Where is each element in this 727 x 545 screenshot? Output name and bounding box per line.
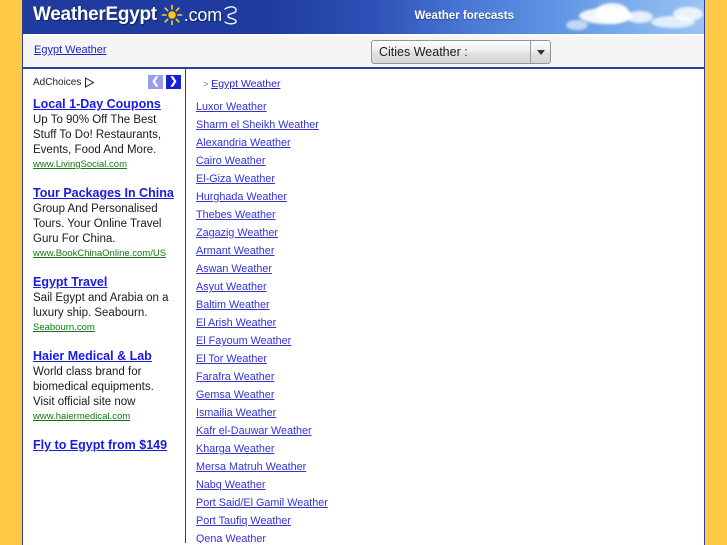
- ad-title-link[interactable]: Fly to Egypt from $149: [33, 438, 177, 453]
- sun-icon: [161, 4, 183, 26]
- ad-next-button[interactable]: ❯: [166, 75, 181, 89]
- ad-item: Fly to Egypt from $149: [33, 438, 177, 453]
- city-weather-link[interactable]: Luxor Weather: [196, 98, 704, 116]
- city-weather-link[interactable]: Aswan Weather: [196, 260, 704, 278]
- city-weather-link[interactable]: Farafra Weather: [196, 368, 704, 386]
- ad-item: Tour Packages In China Group And Persona…: [33, 186, 177, 259]
- city-weather-link[interactable]: Baltim Weather: [196, 296, 704, 314]
- city-weather-link[interactable]: Hurghada Weather: [196, 188, 704, 206]
- ad-description: Up To 90% Off The Best Stuff To Do! Rest…: [33, 114, 162, 156]
- city-weather-link[interactable]: Thebes Weather: [196, 206, 704, 224]
- cloud-shape-icon: [595, 3, 629, 23]
- city-weather-link[interactable]: El Arish Weather: [196, 314, 704, 332]
- ad-url-link[interactable]: www.LivingSocial.com: [33, 159, 177, 170]
- city-weather-link[interactable]: Port Taufiq Weather: [196, 512, 704, 530]
- city-weather-link[interactable]: Zagazig Weather: [196, 224, 704, 242]
- cities-weather-select-value: Cities Weather :: [379, 45, 468, 59]
- breadcrumb-caret: >: [203, 79, 209, 89]
- cloud-shape-icon: [673, 7, 703, 21]
- city-links-list: Luxor Weather Sharm el Sheikh Weather Alex…: [196, 98, 704, 543]
- ad-title-link[interactable]: Local 1-Day Coupons: [33, 97, 177, 112]
- logo-dotcom-text: .com: [183, 4, 223, 25]
- city-weather-link[interactable]: Qena Weather: [196, 530, 704, 543]
- body-area: AdChoices ❮ ❯ Local 1-Day Coupons Up To …: [23, 69, 704, 543]
- ad-description: Group And Personalised Tours. Your Onlin…: [33, 203, 162, 245]
- cloud-shape-icon: [566, 20, 588, 30]
- city-weather-link[interactable]: Kharga Weather: [196, 440, 704, 458]
- city-weather-link[interactable]: Mersa Matruh Weather: [196, 458, 704, 476]
- page-root: WeatherEgypt .com Weather forecasts Egyp…: [0, 0, 727, 545]
- ad-url-link[interactable]: Seabourn.com: [33, 322, 177, 333]
- city-weather-link[interactable]: Gemsa Weather: [196, 386, 704, 404]
- ad-item: Local 1-Day Coupons Up To 90% Off The Be…: [33, 97, 177, 170]
- navigation-bar: Egypt Weather Cities Weather :: [23, 36, 704, 69]
- city-weather-link[interactable]: Ismailia Weather: [196, 404, 704, 422]
- ad-title-link[interactable]: Haier Medical & Lab: [33, 349, 177, 364]
- city-weather-link[interactable]: Sharm el Sheikh Weather: [196, 116, 704, 134]
- ad-url-link[interactable]: www.BookChinaOnline.com/US: [33, 248, 177, 259]
- breadcrumb: > Egypt Weather: [203, 78, 704, 90]
- city-weather-link[interactable]: El-Giza Weather: [196, 170, 704, 188]
- cities-weather-select[interactable]: Cities Weather :: [371, 40, 551, 64]
- ad-url-link[interactable]: www.haiermedical.com: [33, 411, 177, 422]
- chevron-down-icon[interactable]: [530, 41, 550, 63]
- ad-description: Sail Egypt and Arabia on a luxury ship. …: [33, 292, 169, 319]
- nav-link-egypt-weather[interactable]: Egypt Weather: [34, 44, 107, 56]
- city-weather-link[interactable]: Port Said/El Gamil Weather: [196, 494, 704, 512]
- ads-list: Local 1-Day Coupons Up To 90% Off The Be…: [23, 95, 185, 453]
- cloud-swirl-icon: [224, 6, 237, 25]
- cloud-shape-icon: [627, 11, 653, 23]
- header-tagline: Weather forecasts: [414, 10, 515, 22]
- city-weather-link[interactable]: El Fayoum Weather: [196, 332, 704, 350]
- city-weather-link[interactable]: El Tor Weather: [196, 350, 704, 368]
- content-area: > Egypt Weather Luxor Weather Sharm el Sh…: [186, 69, 704, 543]
- caret-shape: [536, 49, 545, 55]
- ad-prev-button[interactable]: ❮: [148, 75, 163, 89]
- city-weather-link[interactable]: Armant Weather: [196, 242, 704, 260]
- ad-title-link[interactable]: Egypt Travel: [33, 275, 177, 290]
- city-weather-link[interactable]: Cairo Weather: [196, 152, 704, 170]
- logo-text: WeatherEgypt: [33, 4, 157, 25]
- breadcrumb-link-egypt-weather[interactable]: Egypt Weather: [211, 78, 280, 90]
- ad-description: World class brand for biomedical equipme…: [33, 366, 154, 408]
- site-frame: WeatherEgypt .com Weather forecasts Egyp…: [22, 0, 705, 545]
- ads-sidebar: AdChoices ❮ ❯ Local 1-Day Coupons Up To …: [23, 69, 186, 543]
- city-weather-link[interactable]: Asyut Weather: [196, 278, 704, 296]
- ad-carousel-nav: ❮ ❯: [148, 75, 181, 89]
- city-weather-link[interactable]: Nabq Weather: [196, 476, 704, 494]
- adchoices-triangle-icon[interactable]: [84, 76, 95, 88]
- city-weather-link[interactable]: Kafr el-Dauwar Weather: [196, 422, 704, 440]
- ad-item: Egypt Travel Sail Egypt and Arabia on a …: [33, 275, 177, 333]
- ad-title-link[interactable]: Tour Packages In China: [33, 186, 177, 201]
- city-weather-link[interactable]: Alexandria Weather: [196, 134, 704, 152]
- site-logo[interactable]: WeatherEgypt .com: [33, 4, 239, 26]
- ad-item: Haier Medical & Lab World class brand fo…: [33, 349, 177, 422]
- adchoices-label: AdChoices: [33, 76, 82, 88]
- adchoices-bar: AdChoices ❮ ❯: [23, 69, 185, 95]
- site-header: WeatherEgypt .com Weather forecasts: [23, 0, 704, 36]
